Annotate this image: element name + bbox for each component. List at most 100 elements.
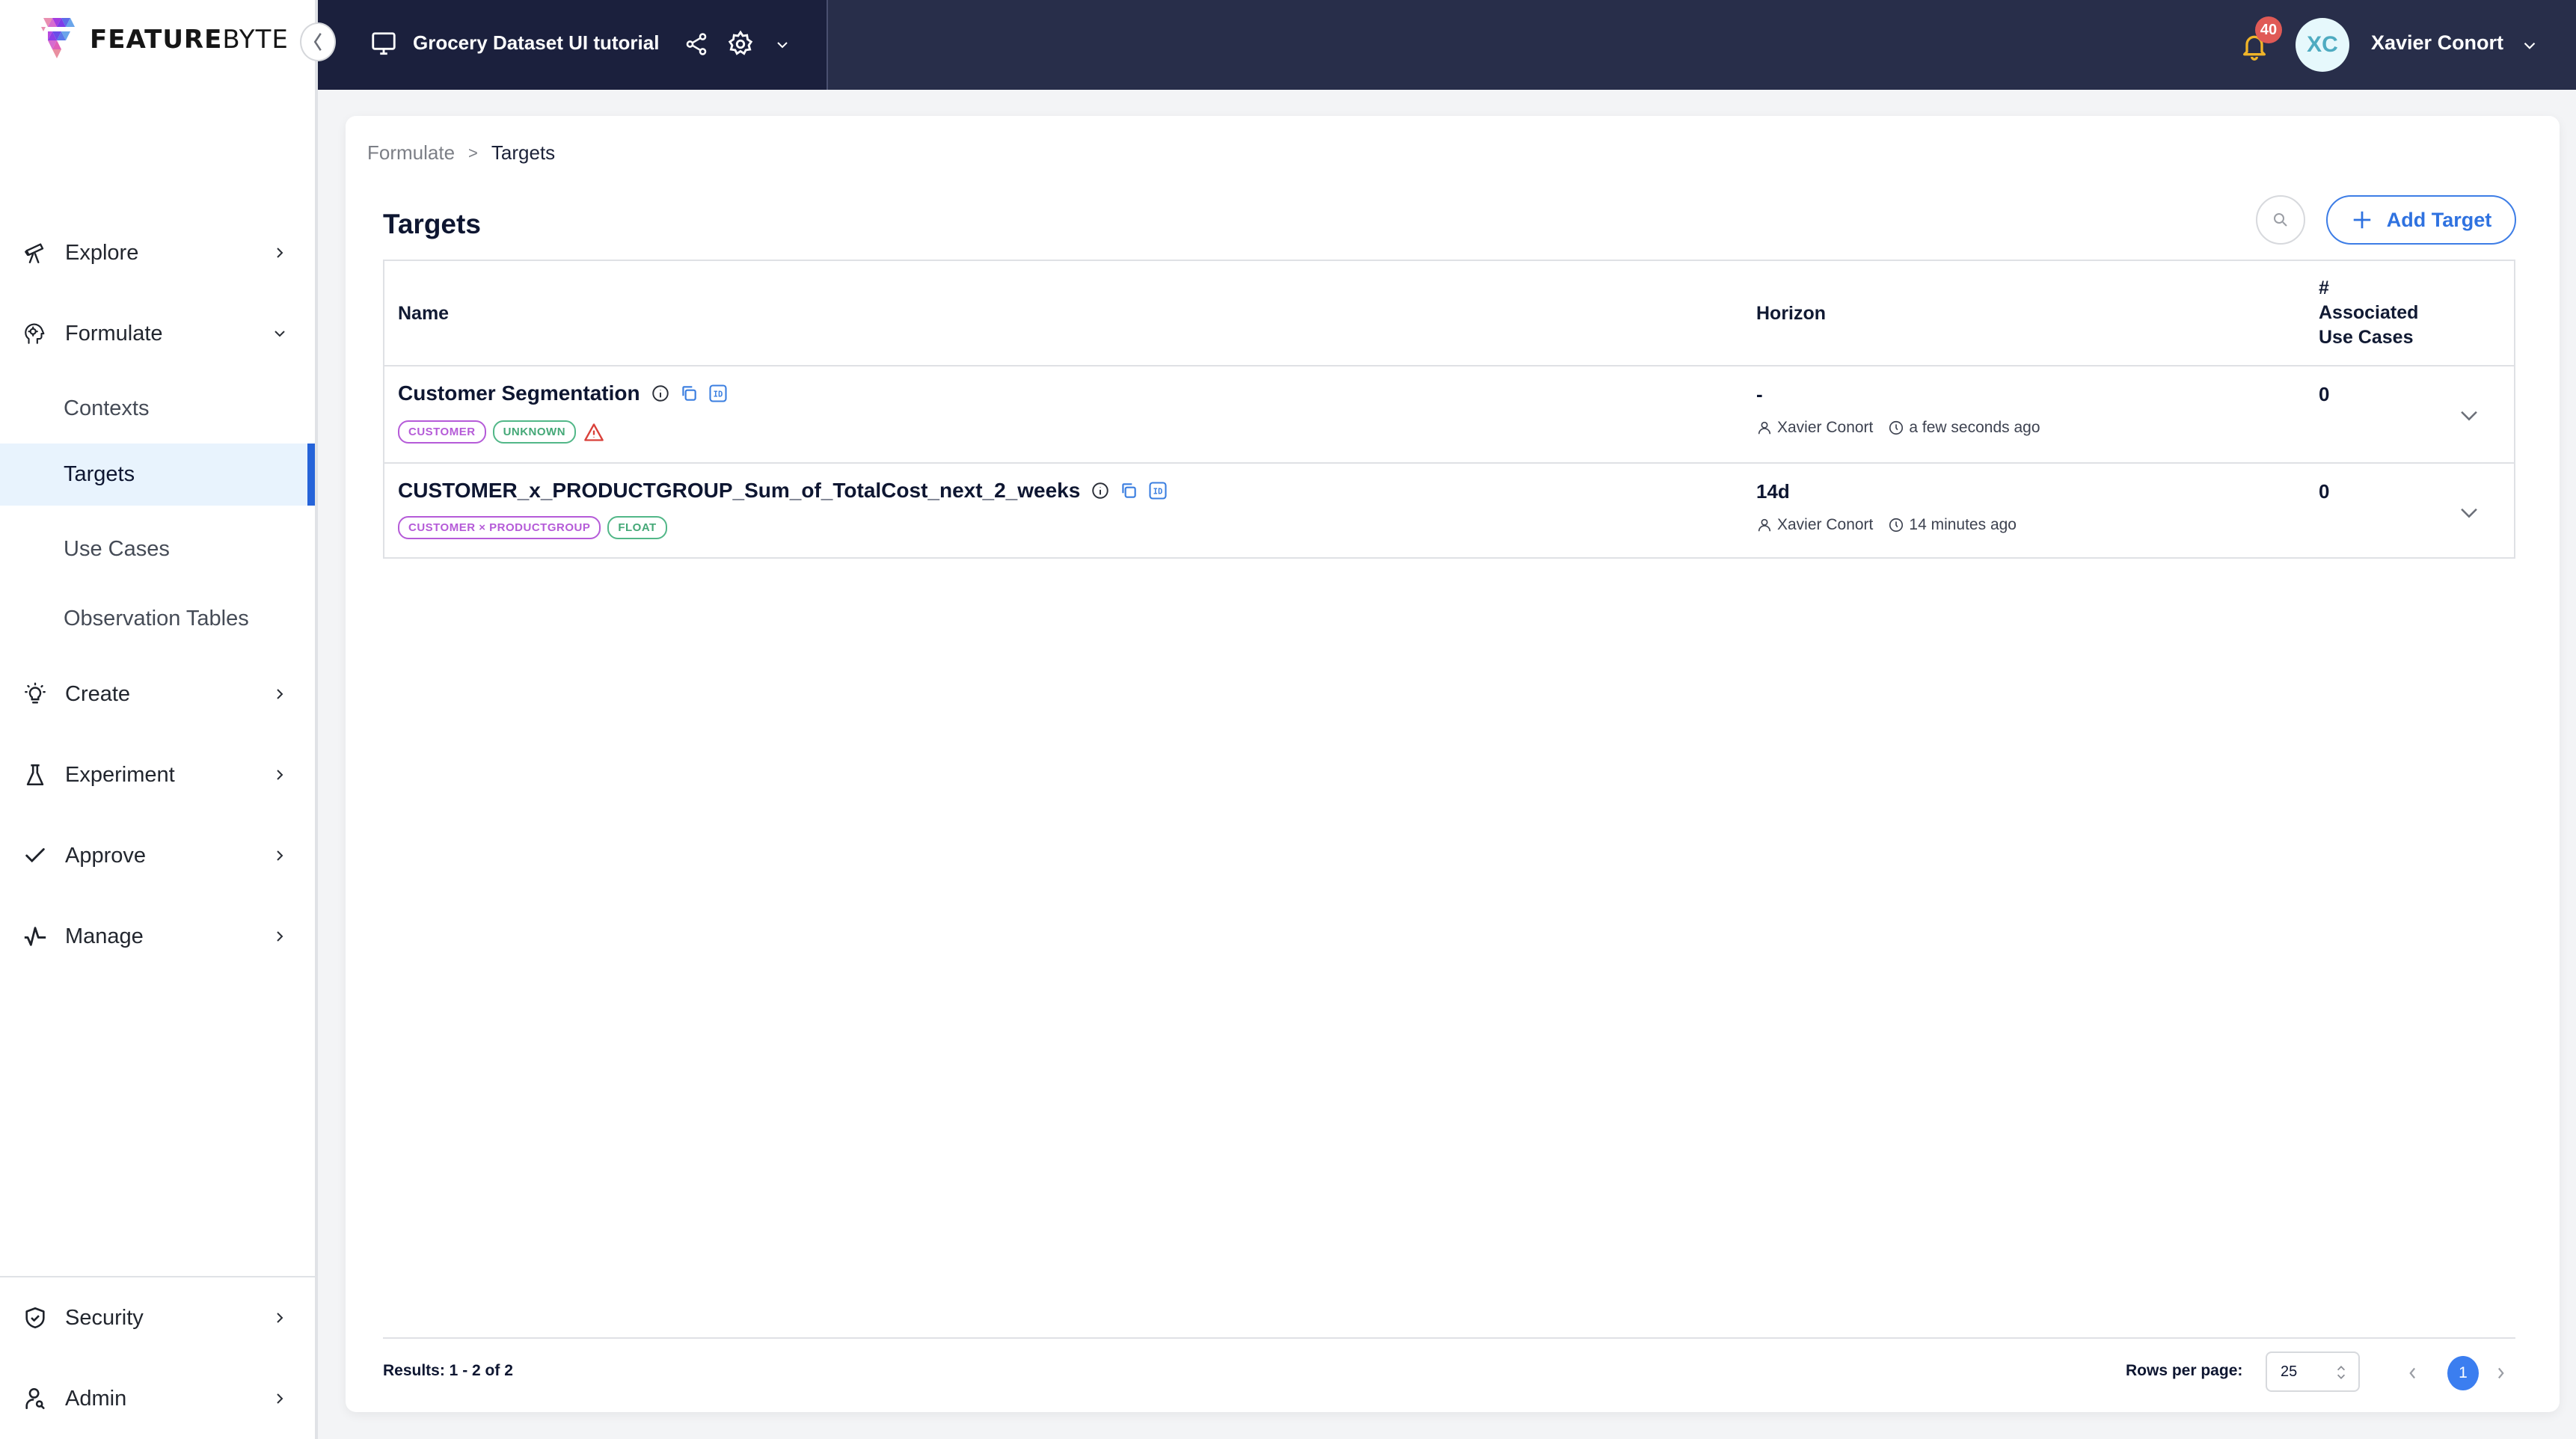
sidebar-item-use-cases[interactable]: Use Cases (0, 515, 315, 583)
sidebar-item-label: Contexts (64, 396, 150, 420)
dtype-tag: UNKNOWN (492, 420, 577, 444)
table-row[interactable]: CUSTOMER_x_PRODUCTGROUP_Sum_of_TotalCost… (384, 464, 2514, 559)
avatar[interactable]: XC (2296, 18, 2349, 72)
associated-use-cases-count: 0 (2319, 383, 2330, 405)
expand-row-chevron-icon[interactable] (2456, 402, 2482, 428)
column-header-horizon[interactable]: Horizon (1756, 303, 1826, 325)
page-title: Targets (383, 209, 481, 239)
author: Xavier Conort (1777, 516, 1874, 533)
clock-icon (1889, 518, 1904, 533)
breadcrumb-current: Targets (491, 141, 556, 164)
breadcrumb: Formulate > Targets (367, 141, 555, 165)
updated-time: a few seconds ago (1909, 419, 2040, 436)
breadcrumb-separator: > (468, 143, 478, 162)
target-name-cell: Customer Segmentation ID (398, 381, 729, 405)
plus-icon (2353, 211, 2370, 229)
user-icon (1758, 421, 1771, 435)
id-icon[interactable]: ID (708, 383, 729, 404)
entity-tag: CUSTOMER (398, 420, 486, 444)
chevron-right-icon (277, 1313, 283, 1323)
target-name[interactable]: CUSTOMER_x_PRODUCTGROUP_Sum_of_TotalCost… (398, 479, 1080, 503)
sidebar-item-create[interactable]: Create (0, 660, 315, 728)
sidebar: FEATUREBYTE Explore Formulate Contexts T… (0, 0, 318, 1439)
sidebar-item-contexts[interactable]: Contexts (0, 374, 315, 443)
horizon-value: - (1756, 383, 1763, 405)
sidebar-item-manage[interactable]: Manage (0, 902, 315, 971)
info-icon[interactable] (651, 384, 670, 403)
sidebar-item-observation-tables[interactable]: Observation Tables (0, 584, 315, 653)
copy-icon[interactable] (1119, 481, 1138, 500)
sidebar-item-label: Security (65, 1305, 144, 1330)
sidebar-item-label: Targets (64, 462, 135, 486)
sidebar-item-formulate[interactable]: Formulate (0, 299, 315, 368)
chevron-down-icon[interactable] (2520, 36, 2539, 55)
sidebar-divider (0, 1276, 315, 1277)
expand-row-chevron-icon[interactable] (2456, 500, 2482, 525)
column-header-line: Use Cases (2319, 327, 2414, 348)
telescope-icon (22, 240, 48, 266)
copy-icon[interactable] (679, 384, 699, 403)
target-tags: CUSTOMER × PRODUCTGROUP FLOAT (398, 516, 674, 539)
updated-time: 14 minutes ago (1909, 516, 2017, 533)
project-bar: Grocery Dataset UI tutorial (318, 0, 828, 90)
sidebar-item-experiment[interactable]: Experiment (0, 740, 315, 809)
results-count: Results: 1 - 2 of 2 (383, 1362, 513, 1379)
sidebar-item-admin[interactable]: Admin (0, 1364, 315, 1433)
author: Xavier Conort (1777, 419, 1874, 436)
logo-text-bold: FEATURE (90, 25, 223, 55)
column-header-associated-use-cases[interactable]: # Associated Use Cases (2319, 276, 2418, 350)
sidebar-item-explore[interactable]: Explore (0, 218, 315, 287)
chevron-down-icon (275, 331, 285, 337)
column-header-name[interactable]: Name (398, 303, 449, 325)
sidebar-item-label: Admin (65, 1386, 127, 1411)
sidebar-item-label: Create (65, 681, 131, 706)
sidebar-item-label: Formulate (65, 321, 163, 346)
table-header: Name Horizon # Associated Use Cases (384, 261, 2514, 366)
notification-badge: 40 (2255, 16, 2282, 43)
table-row[interactable]: Customer Segmentation ID CUSTOMER UNKNOW… (384, 366, 2514, 464)
featurebyte-logo[interactable]: FEATUREBYTE (39, 18, 289, 61)
add-target-button[interactable]: Add Target (2326, 195, 2516, 245)
clock-icon (1889, 420, 1904, 435)
check-icon (22, 843, 48, 868)
entity-tag: CUSTOMER × PRODUCTGROUP (398, 516, 601, 539)
logo-text: FEATUREBYTE (90, 25, 289, 55)
id-icon[interactable]: ID (1147, 480, 1168, 501)
page-button-current[interactable]: 1 (2447, 1356, 2479, 1390)
sidebar-item-label: Manage (65, 924, 144, 948)
sidebar-item-security[interactable]: Security (0, 1283, 315, 1352)
rows-per-page-label: Rows per page: (2126, 1362, 2243, 1379)
share-icon[interactable] (684, 31, 709, 57)
previous-page-icon[interactable] (2405, 1363, 2421, 1383)
chevron-right-icon (277, 1393, 283, 1404)
gear-icon[interactable] (726, 30, 755, 58)
target-name-cell: CUSTOMER_x_PRODUCTGROUP_Sum_of_TotalCost… (398, 479, 1168, 503)
content-card: Formulate > Targets Targets Add Target N… (346, 116, 2560, 1412)
chevron-right-icon (277, 770, 283, 780)
user-name[interactable]: Xavier Conort (2371, 31, 2503, 55)
chevron-right-icon (277, 248, 283, 258)
search-button[interactable] (2256, 195, 2305, 245)
chevron-right-icon (277, 689, 283, 699)
sidebar-item-label: Observation Tables (64, 606, 249, 630)
sidebar-item-approve[interactable]: Approve (0, 821, 315, 890)
column-header-line: # (2319, 277, 2329, 298)
next-page-icon[interactable] (2492, 1363, 2509, 1383)
info-icon[interactable] (1091, 481, 1110, 500)
collapse-sidebar-button[interactable] (300, 22, 336, 61)
sidebar-item-label: Approve (65, 843, 147, 868)
target-name[interactable]: Customer Segmentation (398, 381, 640, 405)
footer-divider (383, 1337, 2515, 1339)
project-title[interactable]: Grocery Dataset UI tutorial (413, 31, 659, 55)
target-meta: Xavier Conort 14 minutes ago (1756, 516, 2017, 534)
logo-mark-icon (41, 18, 75, 58)
sidebar-item-targets[interactable]: Targets (0, 444, 315, 506)
breadcrumb-formulate[interactable]: Formulate (367, 141, 455, 165)
chevron-down-icon[interactable] (773, 36, 791, 54)
svg-text:ID: ID (1153, 488, 1163, 497)
chevron-left-icon (313, 33, 322, 51)
dtype-tag: FLOAT (607, 516, 667, 539)
rows-per-page-select[interactable]: 25 (2266, 1351, 2360, 1392)
top-header: Grocery Dataset UI tutorial 40 XC Xavier… (318, 0, 2576, 90)
warning-icon[interactable] (583, 422, 605, 443)
